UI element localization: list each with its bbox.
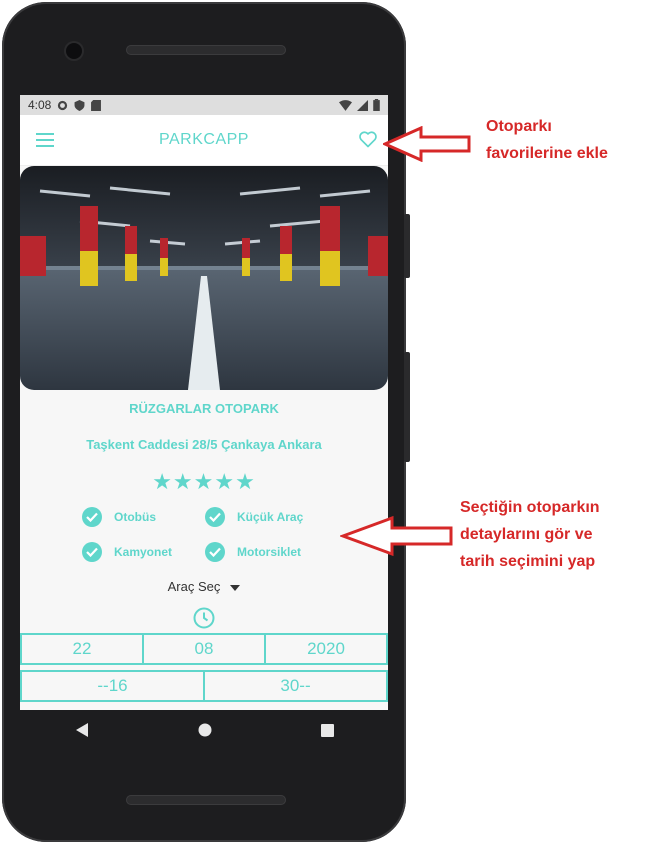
status-bar: 4:08 <box>20 95 388 115</box>
annotation-line: tarih seçimini yap <box>460 553 596 570</box>
shield-icon <box>74 99 85 111</box>
check-icon <box>205 507 225 527</box>
settings-icon <box>58 100 68 110</box>
recents-icon[interactable] <box>320 723 334 737</box>
battery-icon <box>373 99 380 111</box>
date-selector: 22 08 2020 <box>20 633 388 665</box>
feature-label: Motorsiklet <box>237 545 302 559</box>
parking-address: Taşkent Caddesi 28/5 Çankaya Ankara <box>86 437 322 452</box>
month-field[interactable]: 08 <box>142 633 266 665</box>
status-time: 4:08 <box>28 98 52 112</box>
feature-item: Küçük Araç <box>205 507 303 527</box>
wifi-icon <box>339 99 352 111</box>
system-nav-bar <box>20 710 388 750</box>
clock-icon <box>193 607 215 629</box>
time-selector: --16 30-- <box>20 670 388 702</box>
feature-label: Küçük Araç <box>237 510 304 524</box>
app-title: PARKCAPP <box>159 131 249 148</box>
check-icon <box>82 507 102 527</box>
feature-item: Kamyonet <box>82 542 172 562</box>
sd-card-icon <box>91 99 102 111</box>
check-icon <box>205 542 225 562</box>
signal-icon <box>357 99 368 111</box>
back-icon[interactable] <box>75 722 89 738</box>
day-field[interactable]: 22 <box>20 633 144 665</box>
parking-photo <box>20 166 388 390</box>
volume-button <box>404 352 410 462</box>
annotation-line: Otoparkı <box>486 118 552 135</box>
annotation-line: favorilerine ekle <box>486 145 608 162</box>
annotation-line: Seçtiğin otoparkın <box>460 499 600 516</box>
app-bar: PARKCAPP <box>20 115 388 166</box>
annotation-details: Seçtiğin otoparkın detaylarını gör ve ta… <box>460 494 600 575</box>
earpiece-speaker <box>126 45 286 55</box>
app-screen: 4:08 PARKCAPP RÜZGARLAR OTOPARK Taşkent … <box>20 95 388 710</box>
parking-name: RÜZGARLAR OTOPARK <box>129 401 279 416</box>
vehicle-select-label: Araç Seç <box>167 579 221 594</box>
annotation-arrow-middle <box>340 515 453 557</box>
feature-item: Otobüs <box>82 507 156 527</box>
front-camera <box>66 43 82 59</box>
check-icon <box>82 542 102 562</box>
year-field[interactable]: 2020 <box>264 633 388 665</box>
feature-item: Motorsiklet <box>205 542 301 562</box>
feature-label: Kamyonet <box>114 545 173 559</box>
dropdown-caret-icon <box>230 584 241 591</box>
bottom-speaker <box>126 795 286 805</box>
power-button <box>404 214 410 278</box>
annotation-line: detaylarını gör ve <box>460 526 593 543</box>
annotation-favorites: Otoparkı favorilerine ekle <box>486 113 608 167</box>
home-icon[interactable] <box>198 723 212 737</box>
vehicle-select-dropdown[interactable]: Araç Seç <box>20 579 388 594</box>
rating-stars: ★★★★★ <box>152 469 256 494</box>
heart-icon[interactable] <box>358 129 378 149</box>
annotation-arrow-top <box>383 126 471 162</box>
hour-field[interactable]: --16 <box>20 670 205 702</box>
minute-field[interactable]: 30-- <box>203 670 388 702</box>
feature-label: Otobüs <box>114 510 156 524</box>
